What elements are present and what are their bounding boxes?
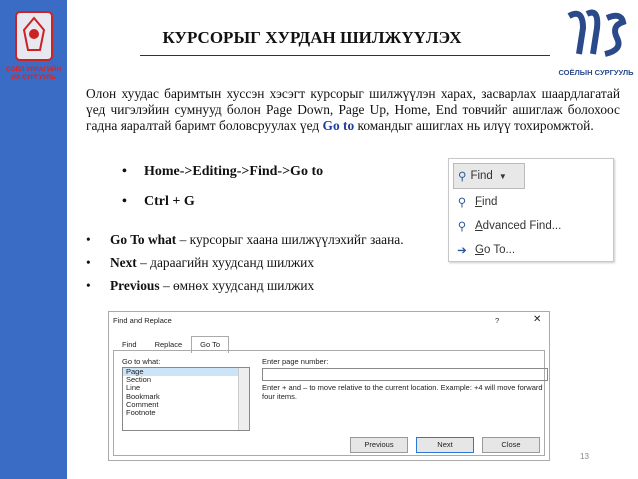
list-item[interactable]: Section: [123, 375, 249, 384]
shortcut-list: • Home->Editing->Find->Go to • Ctrl + G: [122, 164, 323, 224]
hint-text: Enter + and – to move relative to the cu…: [262, 383, 543, 401]
university-logo-icon: [15, 11, 53, 61]
find-replace-dialog: Find and Replace ? ✕ Find Replace Go To …: [108, 311, 550, 461]
menu-item-find[interactable]: ⚲ Find: [449, 191, 613, 213]
find-dropdown-menu: ⚲ Find ▼ ⚲ Find ⚲ Advanced Find... ➔ Go …: [448, 158, 614, 262]
list-item: • Previous – өмнөх хуудсанд шилжих: [86, 278, 315, 293]
list-scrollbar[interactable]: [238, 368, 249, 430]
search-icon: ⚲: [457, 221, 467, 233]
go-to-what-label: Go to what:: [122, 357, 161, 366]
school-logo-icon: [567, 9, 627, 57]
university-name: СОЁЛ УРЛАГИЙН ИХ СУРГУУЛЬ: [5, 66, 62, 81]
page-title: КУРСОРЫГ ХУРДАН ШИЛЖҮҮЛЭХ: [162, 28, 462, 47]
list-item: • Ctrl + G: [122, 194, 195, 209]
goto-keyword: Go to: [322, 118, 355, 133]
go-to-panel: Go to what: Page Section Line Bookmark C…: [113, 350, 548, 456]
title-underline: [140, 55, 550, 56]
go-to-what-list[interactable]: Page Section Line Bookmark Comment Footn…: [122, 367, 250, 431]
chevron-down-icon: ▼: [498, 171, 507, 181]
dialog-title: Find and Replace: [113, 316, 172, 325]
help-button[interactable]: ?: [495, 316, 499, 325]
page-number-input[interactable]: [262, 368, 548, 381]
school-name: СОЁЛЫН СУРГУУЛЬ: [558, 68, 634, 77]
list-item: • Next – дараагийн хуудсанд шилжих: [86, 255, 315, 270]
intro-paragraph: Олон хуудас баримтын хуссэн хэсэгт курсо…: [86, 86, 620, 133]
search-icon: ⚲: [457, 197, 467, 209]
list-item: • Go To what – курсорыг хаана шилжүүлэхий…: [86, 232, 404, 247]
list-item[interactable]: Footnote: [123, 408, 249, 417]
page-number: 13: [580, 452, 589, 461]
close-button[interactable]: Close: [482, 437, 540, 453]
arrow-right-icon: ➔: [457, 245, 467, 257]
menu-item-advanced-find[interactable]: ⚲ Advanced Find...: [449, 215, 613, 237]
menu-item-go-to[interactable]: ➔ Go To...: [449, 239, 613, 261]
enter-page-number-label: Enter page number:: [262, 357, 329, 366]
definition-list: • Go To what – курсорыг хаана шилжүүлэхий…: [86, 230, 426, 295]
close-icon[interactable]: ✕: [533, 314, 541, 325]
list-item: • Home->Editing->Find->Go to: [122, 164, 324, 179]
previous-button[interactable]: Previous: [350, 437, 408, 453]
find-button[interactable]: ⚲ Find ▼: [453, 163, 525, 189]
next-button[interactable]: Next: [416, 437, 474, 453]
search-icon: ⚲: [458, 171, 467, 183]
